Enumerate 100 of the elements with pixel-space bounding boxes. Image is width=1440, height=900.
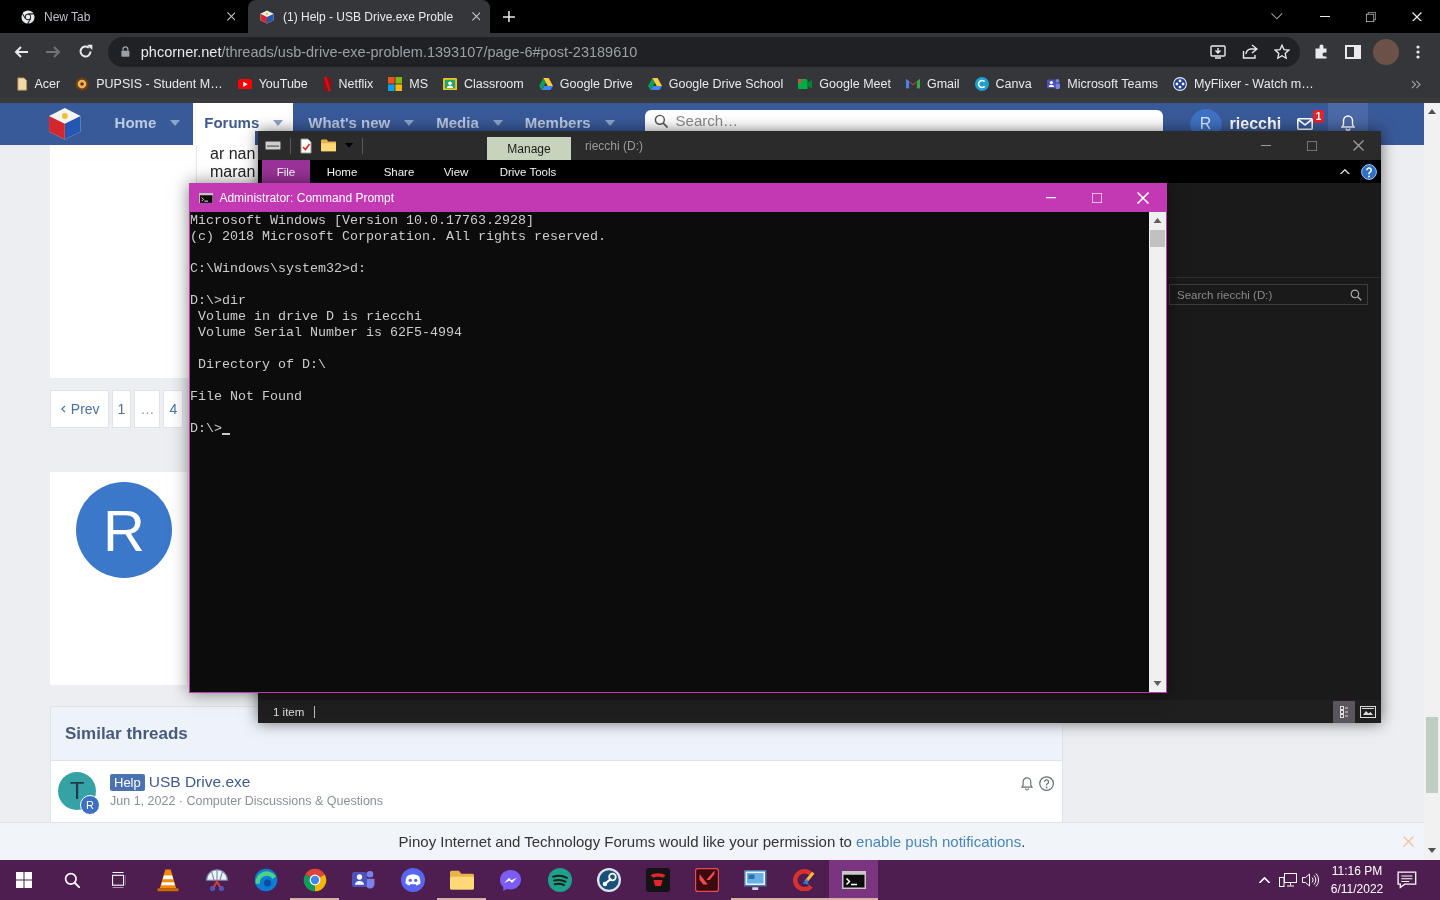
ribbon-tab[interactable]: Drive Tools	[486, 160, 570, 183]
cube-logo-icon	[260, 9, 274, 24]
caret-icon	[404, 120, 415, 126]
search-icon	[1350, 288, 1362, 301]
console-line: (c) 2018 Microsoft Corporation. All rights reserved.	[190, 229, 606, 244]
status-text: 1 item	[273, 705, 305, 718]
previous-page-link[interactable]: Prev	[50, 390, 109, 428]
share-icon	[1242, 44, 1258, 59]
terminal-icon	[199, 192, 214, 204]
reload-icon	[77, 44, 93, 59]
nav-tab[interactable]: Home	[102, 103, 191, 131]
network-icon	[1278, 873, 1297, 887]
plus-icon	[503, 10, 515, 23]
clock-time[interactable]: 11:16 PM	[1331, 862, 1383, 880]
bell-icon	[1341, 115, 1356, 131]
forward-arrow-icon	[45, 45, 61, 58]
fang-tile-icon	[694, 868, 719, 892]
notification-icon	[1397, 871, 1417, 889]
chevron-up-icon	[1258, 876, 1270, 884]
address-bar[interactable]: phcorner.net/threads/usb-drive-exe-problem.1393107/page-6#post-23189610	[108, 36, 1300, 67]
bookmark[interactable]: Google Drive School	[647, 77, 784, 91]
bookmark[interactable]: MS	[388, 77, 428, 91]
browser-tab[interactable]: New Tab	[0, 0, 245, 33]
triangle-logo-icon	[647, 77, 662, 91]
envelope-icon	[1297, 118, 1314, 130]
user-avatar[interactable]: R	[76, 482, 172, 578]
triangle-logo-icon	[538, 77, 553, 91]
board-icon	[443, 77, 457, 91]
user-avatar[interactable]: R	[1189, 109, 1222, 131]
details-view-icon	[1340, 705, 1348, 718]
bookmark[interactable]: Acer	[17, 77, 61, 91]
prefix-tag[interactable]: Help	[110, 773, 145, 791]
arc-circle-icon	[974, 77, 989, 91]
chevron-left-icon	[61, 405, 66, 413]
brush-icon	[793, 868, 816, 892]
ribbon-context-tab[interactable]: Manage	[487, 137, 571, 160]
task-view-icon	[111, 871, 127, 889]
folder-icon	[449, 870, 474, 890]
clock-date[interactable]: 6/11/2022	[1330, 880, 1384, 898]
nav-tab[interactable]: Media	[424, 103, 513, 131]
four-squares-icon	[388, 77, 403, 91]
minimize-icon	[1320, 15, 1330, 18]
bookmark[interactable]: Google Drive	[538, 77, 633, 91]
puzzle-icon	[1315, 44, 1327, 59]
caret-icon	[273, 120, 284, 126]
folder-icon[interactable]	[321, 139, 337, 152]
drive-icon[interactable]	[265, 141, 281, 150]
bookmark[interactable]: YouTube	[237, 77, 308, 91]
caret-icon	[604, 120, 615, 126]
console-line: Volume in drive D is riecchi	[197, 309, 422, 324]
nav-tab[interactable]: Members	[512, 103, 625, 131]
search-field[interactable]: Search riecchi (D:)	[1169, 284, 1368, 305]
bookmark[interactable]: MyFlixer - Watch m…	[1173, 77, 1314, 91]
lock-icon	[121, 45, 130, 58]
console-line: D:\>dir	[190, 293, 246, 308]
ribbon-tab[interactable]: Share	[374, 160, 424, 183]
page-link[interactable]: 1	[111, 390, 132, 428]
user-avatar[interactable]: R	[80, 795, 100, 815]
post-text-line: maran	[210, 163, 256, 181]
username-link[interactable]: riecchi	[1229, 115, 1282, 133]
browser-tab[interactable]: (1) Help - USB Drive.exe Proble	[248, 0, 490, 33]
close-icon	[471, 12, 481, 21]
taskbar-app-button[interactable]	[829, 860, 878, 900]
close-icon	[1403, 836, 1414, 847]
vertical-scrollbar[interactable]	[1149, 212, 1166, 692]
bell-button[interactable]	[1018, 775, 1036, 793]
bookmark[interactable]: Classroom	[443, 77, 524, 91]
bookmark[interactable]: Gmail	[905, 77, 960, 91]
seal-icon	[75, 77, 90, 91]
help-icon	[1361, 163, 1377, 180]
console-line: D:\>	[190, 421, 222, 436]
bookmark[interactable]: Canva	[974, 77, 1032, 91]
document-check-icon[interactable]	[300, 137, 312, 154]
large-icons-view-icon	[1360, 705, 1376, 718]
document-icon	[17, 77, 28, 91]
bookmark[interactable]: Google Meet	[798, 77, 891, 91]
traffic-cone-icon	[155, 868, 180, 892]
alerts-button[interactable]	[1328, 103, 1369, 131]
thread-link[interactable]: USB Drive.exe	[148, 773, 251, 791]
inbox-button[interactable]	[1297, 118, 1314, 130]
cube-logo-icon[interactable]	[48, 107, 82, 141]
back-arrow-icon	[13, 45, 29, 58]
four-panes-icon	[16, 872, 32, 888]
tricolor-circle-icon	[302, 868, 327, 892]
nav-tab[interactable]: What's new	[296, 103, 425, 131]
bookmark[interactable]: Microsoft Teams	[1046, 77, 1159, 91]
ribbon-tab[interactable]: View	[431, 160, 481, 183]
maximize-icon	[1307, 140, 1317, 151]
ribbon-tab[interactable]: Home	[317, 160, 367, 183]
caret-icon	[170, 120, 181, 126]
star-icon	[1274, 43, 1290, 60]
window-title: Administrator: Command Prompt	[219, 191, 395, 205]
film-reel-icon	[1173, 77, 1188, 91]
bookmark[interactable]: Netflix	[322, 77, 374, 91]
bookmark[interactable]: PUPSIS - Student M…	[75, 77, 223, 91]
details-view-button[interactable]	[1333, 700, 1355, 723]
question-button[interactable]	[1038, 775, 1056, 793]
page-link[interactable]: 4	[163, 390, 184, 428]
search-icon	[63, 871, 81, 889]
search-field[interactable]: Search…	[644, 110, 1163, 131]
